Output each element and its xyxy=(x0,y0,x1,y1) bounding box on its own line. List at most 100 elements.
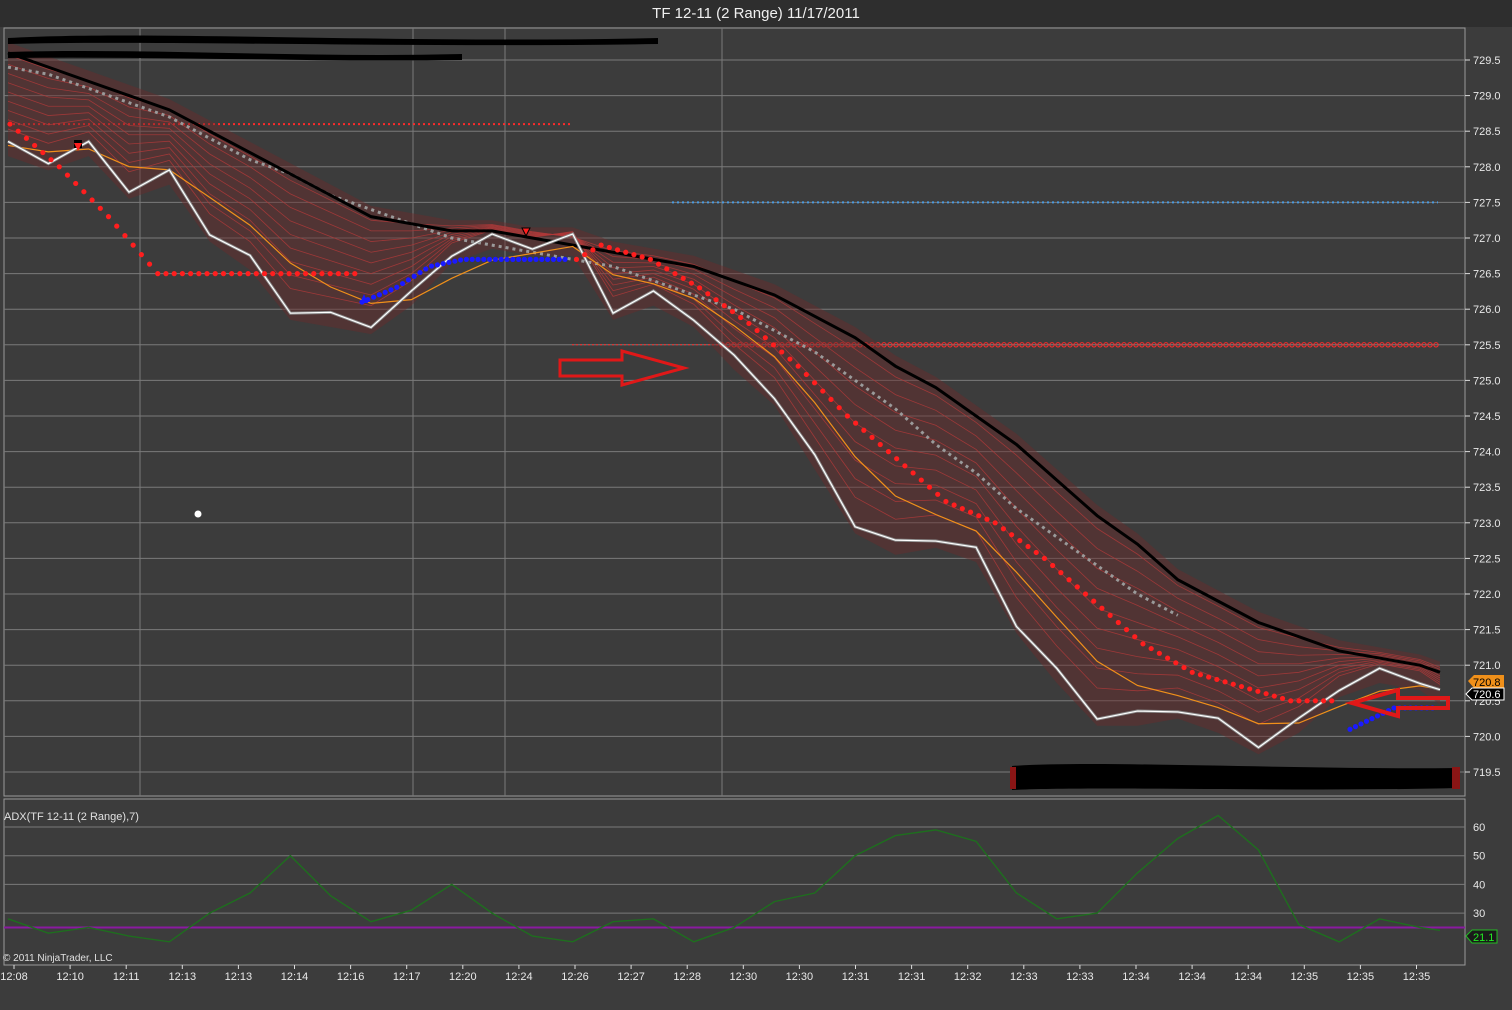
price-tick-label: 726.0 xyxy=(1473,304,1501,316)
stop-dot-blue xyxy=(539,256,545,262)
time-tick-label: 12:31 xyxy=(898,971,926,983)
time-tick-label: 12:35 xyxy=(1291,971,1319,983)
stop-dot-red xyxy=(1082,591,1089,597)
stop-dot-red xyxy=(1033,549,1039,556)
stop-dot-red xyxy=(861,427,867,433)
stop-dot-red xyxy=(976,513,982,519)
adx-tick-label: 30 xyxy=(1473,908,1485,920)
stop-dot-blue xyxy=(527,256,533,262)
time-tick-label: 12:34 xyxy=(1178,971,1206,983)
stop-dot-red xyxy=(1099,605,1105,611)
time-tick-label: 12:32 xyxy=(954,971,982,983)
stop-dot-red xyxy=(344,271,350,277)
stop-dot-red xyxy=(885,449,892,455)
redaction-edge xyxy=(1010,767,1016,789)
time-tick-label: 12:26 xyxy=(561,971,589,983)
stop-dot-blue xyxy=(463,256,469,262)
time-tick-label: 12:20 xyxy=(449,971,477,983)
stop-dot-red xyxy=(1320,698,1327,704)
stop-dot-red xyxy=(672,271,678,277)
stop-dot-red xyxy=(869,434,875,440)
stop-dot-blue xyxy=(440,261,446,267)
stop-dot-blue xyxy=(434,262,440,268)
stop-dot-red xyxy=(1329,698,1335,704)
stop-dot-red xyxy=(844,413,851,419)
stop-dot-red xyxy=(770,342,777,348)
stop-dot-red xyxy=(926,484,933,490)
stop-dot-red xyxy=(23,135,30,141)
stop-dot-red xyxy=(1288,698,1294,704)
stop-dot-red xyxy=(1107,612,1113,618)
stop-dot-red xyxy=(302,271,309,277)
stop-dot-blue xyxy=(487,256,493,262)
stop-dot-red xyxy=(1173,660,1179,666)
stop-dot-blue xyxy=(498,256,504,262)
time-tick-label: 12:33 xyxy=(1010,971,1038,983)
adx-y-axis: 60 50 40 30 xyxy=(1473,822,1485,920)
stop-dot-red xyxy=(73,180,79,187)
stop-dot-blue xyxy=(492,256,498,262)
stop-dot-red xyxy=(327,271,333,277)
stop-dot-blue xyxy=(504,256,510,262)
last-price-orange-label: 720.8 xyxy=(1473,677,1501,689)
stop-dot-red xyxy=(1181,664,1187,671)
stop-dot-red xyxy=(352,271,358,277)
stop-dot-red xyxy=(1132,634,1138,640)
stop-dot-red xyxy=(787,356,793,362)
stop-dot-red xyxy=(967,509,974,515)
stop-dot-red xyxy=(89,197,95,203)
stop-dot-red xyxy=(15,128,21,134)
stop-dot-red xyxy=(1214,676,1220,683)
stop-dot-red xyxy=(1140,641,1146,647)
stop-dot-blue xyxy=(533,256,539,262)
stop-dot-red xyxy=(1222,679,1228,685)
price-tick-label: 725.5 xyxy=(1473,340,1501,352)
price-tick-label: 720.0 xyxy=(1473,731,1501,743)
time-tick-label: 12:13 xyxy=(169,971,197,983)
time-tick-label: 12:08 xyxy=(0,971,28,983)
stop-dot-red xyxy=(7,121,13,127)
stop-dot-red xyxy=(1009,532,1015,538)
stop-dot-blue xyxy=(1363,718,1370,724)
stop-dot-red xyxy=(1312,698,1318,704)
price-tick-label: 724.5 xyxy=(1473,411,1501,423)
stop-dot-red xyxy=(294,271,300,277)
stop-dot-blue xyxy=(376,292,382,298)
stop-dot-red xyxy=(910,470,916,476)
stop-dot-red xyxy=(959,505,965,512)
stop-dot-red xyxy=(664,266,670,272)
stop-dot-red xyxy=(746,320,752,327)
stop-dot-red xyxy=(56,164,62,170)
stop-dot-red xyxy=(1206,674,1212,680)
stop-dot-red xyxy=(1041,555,1048,562)
stop-dot-blue xyxy=(1374,713,1381,719)
stop-dot-red xyxy=(697,285,703,291)
stop-dot-blue xyxy=(1358,721,1364,727)
stop-dot-red xyxy=(81,189,87,195)
stop-dot-red xyxy=(1115,619,1121,626)
price-tick-label: 723.5 xyxy=(1473,482,1501,494)
stop-dot-red xyxy=(122,233,128,239)
stop-dot-blue xyxy=(1391,705,1397,711)
stop-dot-red xyxy=(179,271,186,277)
stop-dot-red xyxy=(1230,681,1236,687)
chart-canvas[interactable]: 729.5 729.0 728.5 728.0 727.5 727.0 726.5 726.0… xyxy=(0,0,1512,1010)
adx-panel[interactable] xyxy=(3,798,1466,966)
stop-dot-red xyxy=(220,271,227,277)
stop-dot-blue xyxy=(371,294,377,300)
stop-dot-red xyxy=(278,271,284,277)
stop-dot-red xyxy=(64,172,71,178)
stop-dot-red xyxy=(229,271,235,277)
stop-dot-red xyxy=(614,247,621,253)
stop-dot-blue xyxy=(382,289,388,295)
stop-dot-red xyxy=(114,223,120,229)
price-tick-label: 722.5 xyxy=(1473,553,1501,565)
time-tick-label: 12:27 xyxy=(617,971,645,983)
stop-dot-red xyxy=(836,405,842,411)
stop-dot-red xyxy=(688,280,695,286)
stop-dot-red xyxy=(779,349,785,355)
stop-dot-red xyxy=(877,441,883,448)
stop-dot-blue xyxy=(405,277,411,283)
stop-dot-red xyxy=(1197,672,1204,678)
price-tick-label: 725.0 xyxy=(1473,375,1501,387)
